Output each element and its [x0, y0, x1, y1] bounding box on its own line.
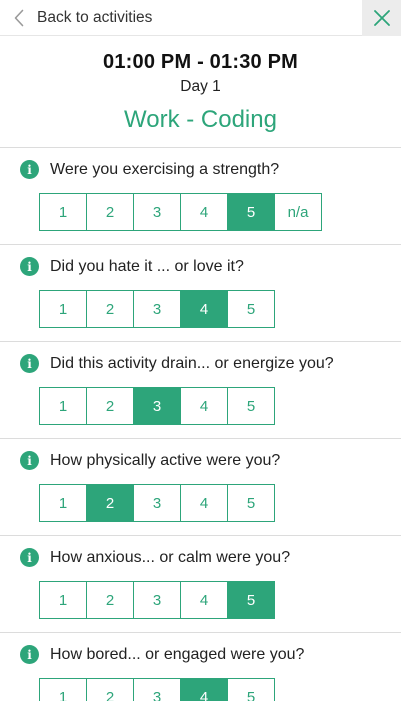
- question-list: i Were you exercising a strength? 1 2 3 4 5 n/a…: [0, 147, 401, 701]
- rating-option-1[interactable]: 1: [39, 193, 87, 231]
- activity-title: Work - Coding: [124, 106, 277, 133]
- close-icon: [373, 10, 390, 26]
- question-item: i Were you exercising a strength? 1 2 3 4 5 n/a: [0, 147, 401, 244]
- rating-option-3[interactable]: 3: [133, 193, 181, 231]
- info-icon[interactable]: i: [20, 160, 39, 179]
- question-text: How anxious... or calm were you?: [50, 548, 291, 566]
- question-text: How physically active were you?: [50, 451, 281, 469]
- question-text: Were you exercising a strength?: [50, 160, 280, 178]
- rating-option-2[interactable]: 2: [86, 193, 134, 231]
- question-text: Did this activity drain... or energize y…: [50, 354, 334, 372]
- rating-option-3[interactable]: 3: [133, 581, 181, 619]
- rating-option-5[interactable]: 5: [227, 484, 275, 522]
- rating-option-4[interactable]: 4: [180, 678, 228, 701]
- rating-option-1[interactable]: 1: [39, 678, 87, 701]
- rating-option-4[interactable]: 4: [180, 290, 228, 328]
- rating-option-5[interactable]: 5: [227, 193, 275, 231]
- rating-scale: 1 2 3 4 5 n/a: [39, 193, 322, 231]
- rating-option-4[interactable]: 4: [180, 581, 228, 619]
- rating-option-3[interactable]: 3: [133, 387, 181, 425]
- question-item: i Did this activity drain... or energize …: [0, 341, 401, 438]
- rating-option-3[interactable]: 3: [133, 678, 181, 701]
- rating-option-2[interactable]: 2: [86, 678, 134, 701]
- back-label: Back to activities: [37, 9, 153, 26]
- rating-scale: 12345: [39, 387, 275, 425]
- rating-option-5[interactable]: 5: [227, 581, 275, 619]
- rating-option-1[interactable]: 1: [39, 484, 87, 522]
- question-header: i Did this activity drain... or energize …: [20, 354, 334, 373]
- rating-scale: 12345: [39, 484, 275, 522]
- question-text: How bored... or engaged were you?: [50, 645, 305, 663]
- question-header: i Were you exercising a strength?: [20, 160, 279, 179]
- back-to-activities-link[interactable]: Back to activities: [14, 6, 152, 30]
- info-icon[interactable]: i: [20, 451, 39, 470]
- question-header: i How anxious... or calm were you?: [20, 548, 290, 567]
- question-item: i How bored... or engaged were you? 1 2 3 4 5: [0, 632, 401, 701]
- rating-option-2[interactable]: 2: [86, 484, 134, 522]
- rating-option-2[interactable]: 2: [86, 387, 134, 425]
- rating-option-3[interactable]: 3: [133, 484, 181, 522]
- rating-option-na[interactable]: n/a: [274, 193, 322, 231]
- question-header: i How bored... or engaged were you?: [20, 645, 304, 664]
- activity-header: 01:00 PM - 01:30 PM Day 1 Work - Coding: [0, 36, 401, 147]
- question-text: Did you hate it ... or love it?: [50, 257, 244, 275]
- rating-scale: 12345: [39, 581, 275, 619]
- rating-option-4[interactable]: 4: [180, 484, 228, 522]
- rating-option-1[interactable]: 1: [39, 387, 87, 425]
- rating-option-3[interactable]: 3: [133, 290, 181, 328]
- rating-option-4[interactable]: 4: [180, 387, 228, 425]
- chevron-left-icon: [14, 9, 24, 27]
- close-button[interactable]: [362, 0, 401, 36]
- rating-scale: 12345: [39, 678, 275, 701]
- day-label: Day 1: [180, 78, 221, 95]
- rating-option-5[interactable]: 5: [227, 387, 275, 425]
- rating-option-4[interactable]: 4: [180, 193, 228, 231]
- question-item: i How physically active were you? 1 2 3 4 5: [0, 438, 401, 535]
- rating-option-2[interactable]: 2: [86, 290, 134, 328]
- rating-option-5[interactable]: 5: [227, 678, 275, 701]
- info-icon[interactable]: i: [20, 257, 39, 276]
- top-bar: Back to activities: [0, 0, 401, 36]
- rating-option-2[interactable]: 2: [86, 581, 134, 619]
- rating-option-1[interactable]: 1: [39, 290, 87, 328]
- rating-option-5[interactable]: 5: [227, 290, 275, 328]
- time-range: 01:00 PM - 01:30 PM: [103, 51, 298, 73]
- question-header: i Did you hate it ... or love it?: [20, 257, 244, 276]
- rating-option-1[interactable]: 1: [39, 581, 87, 619]
- info-icon[interactable]: i: [20, 645, 39, 664]
- question-header: i How physically active were you?: [20, 451, 280, 470]
- question-item: i How anxious... or calm were you? 1 2 3 4 5: [0, 535, 401, 632]
- info-icon[interactable]: i: [20, 548, 39, 567]
- rating-scale: 12345: [39, 290, 275, 328]
- info-icon[interactable]: i: [20, 354, 39, 373]
- question-item: i Did you hate it ... or love it? 1 2 3 4 5: [0, 244, 401, 341]
